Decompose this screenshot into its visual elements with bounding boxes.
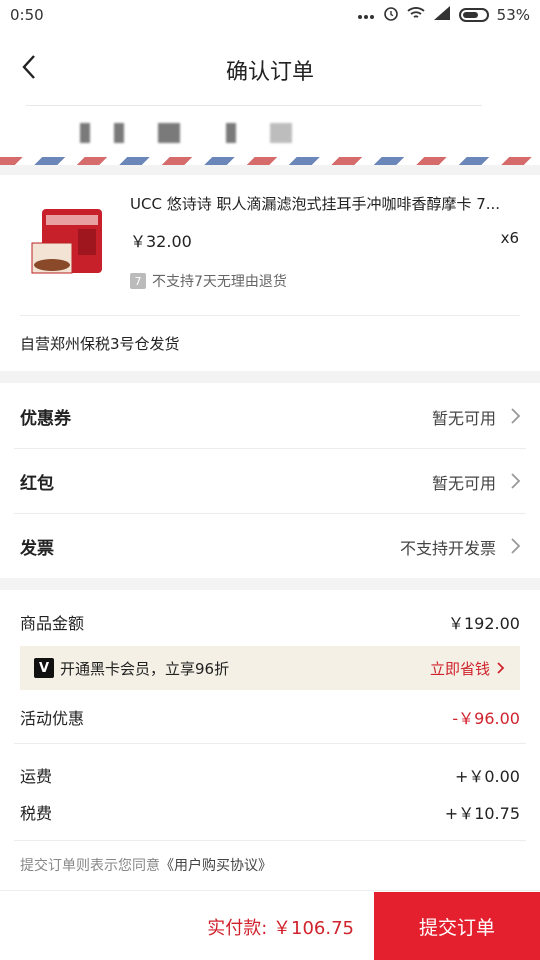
warehouse-info: 自营郑州保税3号仓发货 xyxy=(20,335,180,353)
chevron-right-icon xyxy=(508,472,522,490)
product-image xyxy=(28,203,110,285)
return-badge: 7 xyxy=(130,273,146,289)
wifi-icon xyxy=(407,6,425,24)
vip-save-link[interactable]: 立即省钱 xyxy=(430,658,490,679)
promo-row: 活动优惠 -￥96.00 xyxy=(20,705,520,729)
red-packet-value: 暂无可用 xyxy=(431,474,496,493)
red-packet-row[interactable]: 红包 暂无可用 xyxy=(0,449,540,513)
promo-label: 活动优惠 xyxy=(20,709,85,728)
battery-percent: 53% xyxy=(496,6,530,24)
agreement-notice: 提交订单则表示您同意《用户购买协议》 xyxy=(20,855,272,875)
shipping-value: +￥0.00 xyxy=(454,767,520,786)
coupon-row[interactable]: 优惠券 暂无可用 xyxy=(0,384,540,448)
address-blurred xyxy=(80,123,90,143)
address-top-divider xyxy=(26,105,482,106)
section-gap xyxy=(0,371,540,383)
vip-icon: V xyxy=(34,658,54,678)
address-blurred xyxy=(114,123,124,143)
invoice-label: 发票 xyxy=(20,539,54,559)
alarm-icon xyxy=(383,5,399,25)
signal-icon xyxy=(433,6,451,24)
divider xyxy=(14,743,526,744)
product-name: UCC 悠诗诗 职人滴漏滤泡式挂耳手冲咖啡香醇摩卡 7... xyxy=(130,195,501,213)
shipping-label: 运费 xyxy=(20,767,53,786)
status-bar: 0:50 53% xyxy=(0,0,540,30)
vip-banner-text: 开通黑卡会员，立享96折 xyxy=(60,660,230,678)
return-policy-text: 不支持7天无理由退货 xyxy=(152,274,287,290)
invoice-value: 不支持开发票 xyxy=(399,539,496,558)
vip-banner[interactable]: V 开通黑卡会员，立享96折 立即省钱 xyxy=(20,646,520,690)
divider xyxy=(20,315,520,316)
goods-amount-row: 商品金额 ￥192.00 xyxy=(20,610,520,634)
status-time: 0:50 xyxy=(10,6,44,24)
address-blurred xyxy=(226,123,236,143)
status-icons: 53% xyxy=(357,5,530,25)
address-blurred xyxy=(270,123,292,143)
envelope-border xyxy=(0,157,540,165)
submit-order-button[interactable]: 提交订单 xyxy=(374,892,540,960)
chevron-right-icon xyxy=(508,407,522,425)
section-gap xyxy=(0,578,540,590)
product-price: ￥32.00 xyxy=(130,232,192,251)
product-quantity: x6 xyxy=(500,229,519,247)
more-dots-icon xyxy=(357,6,375,24)
header: 确认订单 xyxy=(0,30,540,105)
total-payable: 实付款: ￥106.75 xyxy=(207,918,354,939)
chevron-right-icon xyxy=(496,660,506,676)
goods-amount-label: 商品金额 xyxy=(20,614,85,633)
promo-value: -￥96.00 xyxy=(452,709,520,728)
address-section[interactable] xyxy=(0,105,540,160)
agreement-prefix: 提交订单则表示您同意 xyxy=(20,858,160,874)
tax-row: 税费 +￥10.75 xyxy=(20,800,520,824)
section-gap xyxy=(0,165,540,175)
return-policy: 7 不支持7天无理由退货 xyxy=(130,271,287,291)
divider xyxy=(14,840,526,841)
bottom-bar: 实付款: ￥106.75 提交订单 xyxy=(0,890,540,960)
invoice-row[interactable]: 发票 不支持开发票 xyxy=(0,514,540,578)
coupon-label: 优惠券 xyxy=(20,409,71,429)
address-blurred xyxy=(158,123,180,143)
page-title: 确认订单 xyxy=(225,60,314,85)
shipping-row: 运费 +￥0.00 xyxy=(20,763,520,787)
coupon-value: 暂无可用 xyxy=(431,409,496,428)
tax-label: 税费 xyxy=(20,804,53,823)
agreement-link[interactable]: 《用户购买协议》 xyxy=(160,858,272,874)
chevron-right-icon xyxy=(508,537,522,555)
product-card[interactable]: UCC 悠诗诗 职人滴漏滤泡式挂耳手冲咖啡香醇摩卡 7... ￥32.00 x6… xyxy=(0,175,540,370)
tax-value: +￥10.75 xyxy=(444,804,520,823)
battery-icon xyxy=(458,8,489,22)
red-packet-label: 红包 xyxy=(20,474,54,494)
goods-amount-value: ￥192.00 xyxy=(448,614,520,633)
